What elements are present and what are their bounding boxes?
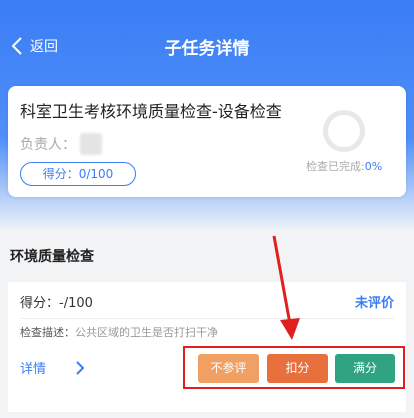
detail-label: 详情 (20, 362, 47, 377)
detail-link[interactable]: 详情 (20, 358, 86, 377)
full-score-button[interactable]: 满分 (335, 354, 395, 383)
item-description: 检查描述：公共区域的卫生是否打扫干净 (20, 324, 218, 340)
page-title: 子任务详情 (164, 39, 250, 59)
owner-avatar (80, 133, 102, 155)
progress-value: 0% (364, 160, 383, 173)
item-score: 得分：-/100 (20, 296, 93, 311)
deduct-button[interactable]: 扣分 (267, 354, 328, 383)
chevron-right-icon (76, 360, 85, 375)
progress-ring (323, 110, 365, 152)
owner-label: 负责人： (20, 137, 76, 153)
evaluation-status: 未评价 (354, 296, 394, 311)
item-score-row: 得分：-/100 未评价 (20, 292, 394, 312)
total-score-badge: 得分：0/100 (20, 162, 136, 186)
progress-text: 检查已完成:0% (306, 158, 382, 174)
desc-value: 公共区域的卫生是否打扫干净 (75, 326, 218, 339)
action-buttons-highlight: 不参评 扣分 满分 (183, 346, 405, 389)
task-title: 科室卫生考核环境质量检查-设备检查 (20, 102, 282, 121)
not-applicable-button[interactable]: 不参评 (198, 354, 259, 383)
progress-label: 检查已完成: (306, 160, 365, 173)
owner-row: 负责人： (20, 133, 102, 155)
task-summary-card: 科室卫生考核环境质量检查-设备检查 负责人： 得分：0/100 检查已完成:0% (8, 86, 406, 197)
desc-label: 检查描述： (20, 326, 75, 339)
annotation-arrow-icon (272, 235, 300, 340)
nav-bar: 返回 子任务详情 (0, 26, 414, 66)
section-title: 环境质量检查 (10, 249, 94, 265)
divider (20, 318, 394, 319)
